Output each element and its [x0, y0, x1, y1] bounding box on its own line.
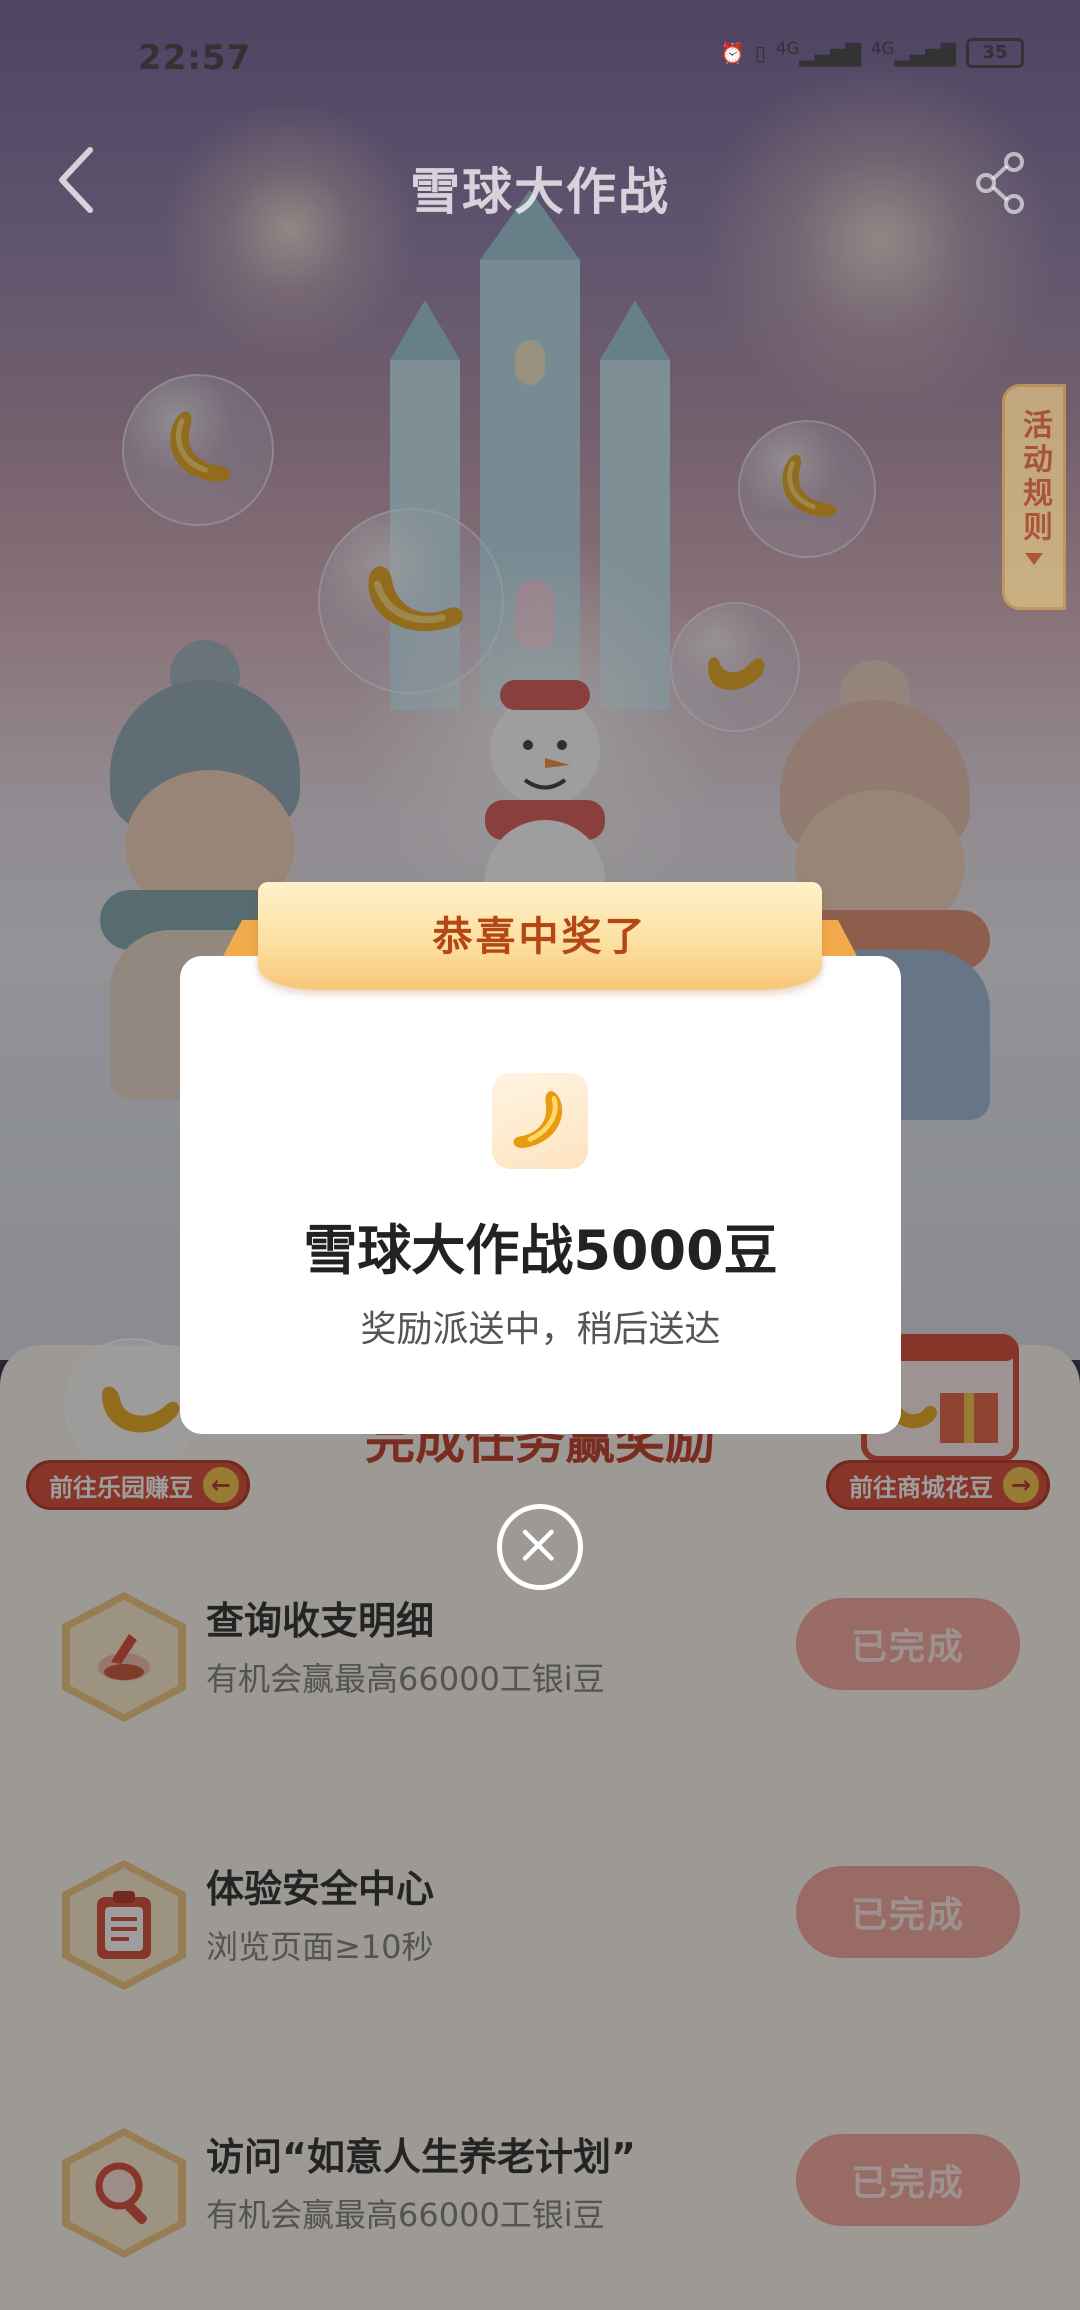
- bean-icon: [513, 1091, 563, 1149]
- activity-rules-tab[interactable]: 活动规则: [1002, 384, 1066, 610]
- congrats-ribbon: 恭喜中奖了: [258, 882, 822, 990]
- alarm-icon: ⏰: [719, 41, 745, 65]
- status-bar: 22:57 ⏰ ▯ 4G▂▄▆█ 4G▂▄▆█ 35: [0, 30, 1080, 90]
- page-title: 雪球大作战: [410, 163, 670, 221]
- prize-title: 雪球大作战5000豆: [303, 1219, 778, 1282]
- share-icon[interactable]: [970, 148, 1030, 218]
- triangle-down-icon: [1025, 553, 1043, 565]
- close-icon[interactable]: [497, 1504, 583, 1590]
- vibrate-icon: ▯: [754, 41, 766, 65]
- status-time: 22:57: [138, 38, 252, 78]
- prize-dialog: [180, 956, 901, 1434]
- signal-icon: 4G▂▄▆█: [870, 39, 956, 67]
- prize-subtitle: 奖励派送中，稍后送达: [360, 1309, 721, 1350]
- prize-icon-tile: [492, 1073, 588, 1169]
- battery-icon: 35: [966, 38, 1024, 68]
- congrats-text: 恭喜中奖了: [432, 914, 648, 960]
- nav-bar: 雪球大作战: [0, 140, 1080, 230]
- status-icons: ⏰ ▯ 4G▂▄▆█ 4G▂▄▆█ 35: [720, 38, 1024, 68]
- activity-rules-label: 活动规则: [1017, 409, 1052, 545]
- signal-icon: 4G▂▄▆█: [775, 39, 861, 67]
